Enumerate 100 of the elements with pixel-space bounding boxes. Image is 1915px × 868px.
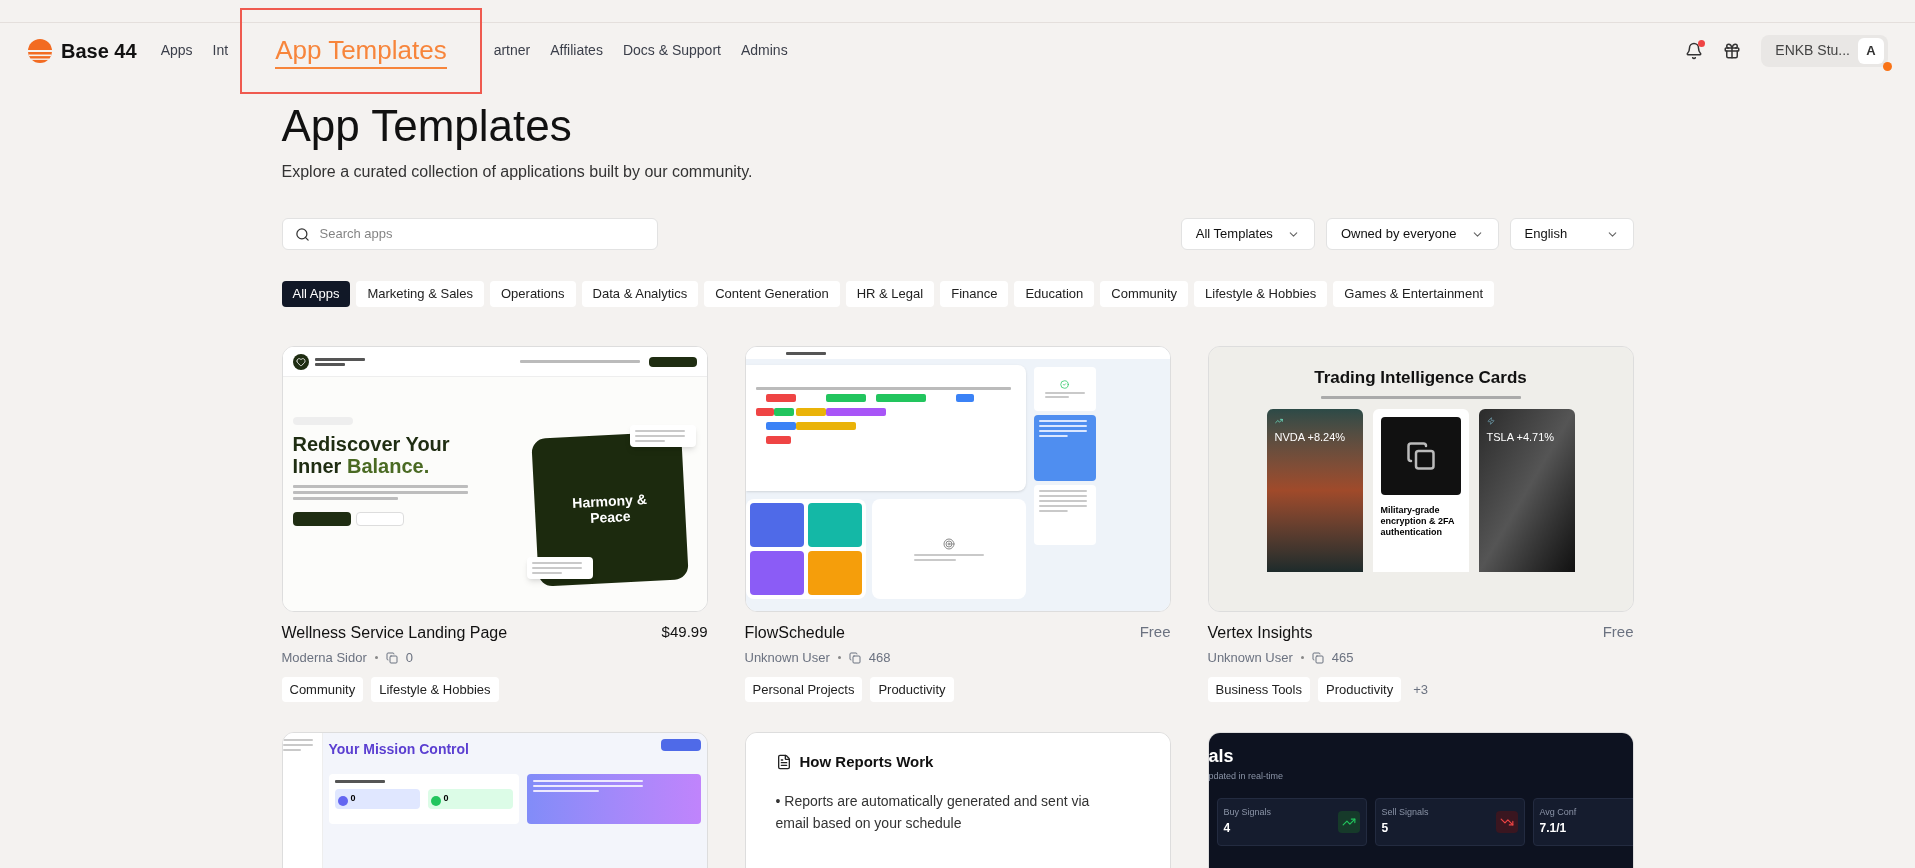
- stock-quote: TSLA +4.71%: [1486, 429, 1556, 445]
- stat-value: 4: [1223, 820, 1232, 838]
- trend-up-icon: [1337, 810, 1360, 833]
- add-button: [660, 739, 701, 751]
- filter-dropdown[interactable]: English: [1509, 218, 1634, 250]
- text-lines-drawing: [913, 553, 984, 561]
- copies-icon: [385, 651, 398, 664]
- hero-heading: Rediscover Your Inner Balance.: [292, 433, 451, 477]
- tag-chip[interactable]: Business Tools: [1207, 676, 1310, 702]
- stat-icon: [430, 795, 441, 806]
- category-chip[interactable]: Content Generation: [704, 281, 840, 307]
- stat-icon: [337, 795, 348, 806]
- category-chip[interactable]: HR & Legal: [845, 281, 935, 307]
- stock-quote: NVDA +8.24%: [1274, 429, 1347, 445]
- nav-link[interactable]: artner: [483, 40, 541, 61]
- tag-chip[interactable]: Lifestyle & Hobbies: [371, 676, 499, 702]
- tag-chip[interactable]: Personal Projects: [744, 676, 863, 702]
- author-name: Unknown User: [1207, 649, 1293, 667]
- target-icon: [942, 537, 955, 550]
- category-chip[interactable]: Finance: [940, 281, 1009, 307]
- category-chip[interactable]: Marketing & Sales: [356, 281, 484, 307]
- template-title[interactable]: FlowSchedule: [744, 621, 845, 645]
- nav-link[interactable]: Affiliates: [540, 40, 613, 61]
- text-lines-drawing: [1038, 490, 1087, 512]
- bell-icon[interactable]: [1685, 41, 1704, 60]
- book-button: [292, 512, 351, 526]
- category-chip[interactable]: Community: [1100, 281, 1188, 307]
- copy-count: 468: [868, 649, 891, 667]
- phone-button: [355, 512, 404, 526]
- search-field[interactable]: Search apps: [281, 218, 658, 250]
- gift-icon[interactable]: [1723, 41, 1742, 60]
- template-title[interactable]: Wellness Service Landing Page: [281, 621, 508, 645]
- user-name: ENKB Stu...: [1775, 41, 1850, 60]
- template-preview[interactable]: Trading Intelligence Cards NVDA +8.24% Military-grade encryption & 2FA authentication TSLA +4.71%: [1207, 346, 1634, 612]
- text-lines-drawing: [531, 562, 582, 574]
- nav-link[interactable]: Apps: [150, 40, 203, 61]
- hero-motto: Harmony & Peace: [570, 490, 648, 528]
- template-price: $49.99: [661, 622, 708, 642]
- trend-icon: [1274, 416, 1283, 425]
- text-lines-drawing: [1044, 392, 1085, 398]
- filter-dropdown[interactable]: All Templates: [1180, 218, 1315, 250]
- action-tile: [749, 551, 804, 595]
- page-subtitle: Explore a curated collection of applications built by our community.: [281, 162, 754, 182]
- search-input[interactable]: Search apps: [319, 224, 645, 244]
- action-tile: [807, 503, 862, 547]
- nav-link[interactable]: Admins: [730, 40, 798, 61]
- category-chip[interactable]: All Apps: [281, 281, 351, 307]
- stat-value: 0: [443, 792, 449, 805]
- trend-down-icon: [1495, 810, 1518, 833]
- template-preview[interactable]: als pdated in real-time Buy Signals 4 Sell Signals 5 Avg Conf 7.1/1: [1207, 732, 1634, 868]
- stat-label: Avg Conf: [1539, 805, 1577, 819]
- tag-chip[interactable]: Productivity: [870, 676, 954, 702]
- preview-text: • Reports are automatically generated and sent via email based on your schedule: [775, 791, 1091, 833]
- feature-text: Military-grade encryption & 2FA authentication: [1380, 504, 1456, 538]
- text-lines-drawing: [282, 739, 313, 751]
- stat-label: Sell Signals: [1381, 805, 1429, 819]
- action-tile: [749, 503, 804, 547]
- stat-label: Buy Signals: [1223, 805, 1272, 819]
- category-chip[interactable]: Lifestyle & Hobbies: [1194, 281, 1328, 307]
- category-chip[interactable]: Operations: [490, 281, 576, 307]
- tag-chip[interactable]: Productivity: [1318, 676, 1402, 702]
- category-chip[interactable]: Education: [1014, 281, 1095, 307]
- tag-chip[interactable]: Community: [281, 676, 364, 702]
- template-title[interactable]: Vertex Insights: [1207, 621, 1313, 645]
- page-title: App Templates: [281, 100, 573, 152]
- template-preview[interactable]: Your Mission Control 0 0: [281, 732, 708, 868]
- template-preview[interactable]: How Reports Work • Reports are automatically generated and sent via email based on your schedule: [744, 732, 1171, 868]
- preview-heading: How Reports Work: [799, 752, 934, 772]
- author-name: Moderna Sidor: [281, 649, 367, 667]
- preview-subheading: pdated in real-time: [1208, 770, 1285, 783]
- action-tile: [807, 551, 862, 595]
- template-price: Free: [1602, 622, 1634, 642]
- category-chip[interactable]: Games & Entertainment: [1333, 281, 1495, 307]
- copies-icon: [1311, 651, 1324, 664]
- preview-heading: Trading Intelligence Cards: [1314, 367, 1527, 389]
- text-lines-drawing: [634, 430, 685, 442]
- more-tags: +3: [1413, 679, 1428, 699]
- nav-link[interactable]: Int: [202, 40, 239, 61]
- book-button: [648, 356, 697, 367]
- template-preview[interactable]: [744, 346, 1171, 612]
- text-lines-drawing: [334, 780, 385, 783]
- user-avatar: A: [1858, 37, 1884, 64]
- stat-value: 0: [350, 792, 356, 805]
- stat-value: 7.1/1: [1539, 820, 1568, 838]
- document-icon: [775, 754, 792, 771]
- text-lines-drawing: [785, 351, 826, 355]
- template-preview[interactable]: Rediscover Your Inner Balance. Harmony & Peace: [281, 346, 708, 612]
- logo-icon: [27, 37, 53, 64]
- copies-icon: [848, 651, 861, 664]
- stat-value: 5: [1381, 820, 1390, 838]
- logo-text: Base 44: [61, 38, 137, 64]
- filter-dropdown[interactable]: Owned by everyone: [1325, 218, 1499, 250]
- search-icon: [294, 226, 310, 242]
- nav-link[interactable]: Docs & Support: [612, 40, 731, 61]
- text-lines-drawing: [1038, 420, 1087, 437]
- check-icon: [1060, 380, 1069, 389]
- category-chip[interactable]: Data & Analytics: [581, 281, 699, 307]
- text-lines-drawing: [314, 357, 365, 366]
- preview-heading: als: [1208, 745, 1235, 768]
- bolt-icon: [1486, 416, 1495, 425]
